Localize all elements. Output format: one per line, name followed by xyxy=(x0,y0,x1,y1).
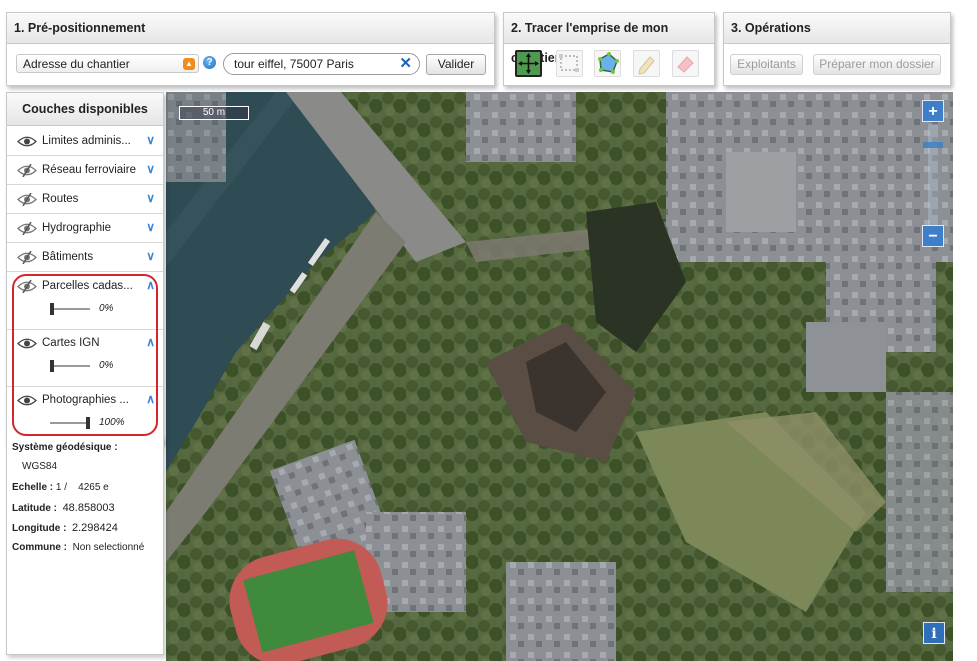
coordinates-info: Système géodésique : WGS84 Echelle : 1 /… xyxy=(6,436,164,655)
map-view[interactable] xyxy=(166,92,953,661)
layer-item[interactable]: Réseau ferroviaire ∨ xyxy=(7,157,163,185)
expand-chevron-icon[interactable]: ∨ xyxy=(146,133,155,147)
layer-label: Routes xyxy=(42,193,79,205)
layer-label: Bâtiments xyxy=(42,251,94,263)
layer-item[interactable]: Cartes IGN ∧ 0% xyxy=(7,330,163,387)
pencil-icon xyxy=(638,56,655,75)
layer-label: Limites adminis... xyxy=(42,135,131,147)
layer-label: Réseau ferroviaire xyxy=(42,164,136,176)
expand-chevron-icon[interactable]: ∨ xyxy=(146,220,155,234)
zoom-out-button[interactable]: − xyxy=(922,225,944,247)
clear-icon[interactable]: ✕ xyxy=(399,54,412,74)
eye-icon[interactable] xyxy=(17,337,37,353)
opacity-slider-knob[interactable] xyxy=(86,417,90,429)
longitude-label: Longitude : xyxy=(12,523,67,534)
zoom-control: + − xyxy=(922,100,946,250)
eraser-icon xyxy=(677,56,694,73)
pan-tool-button[interactable] xyxy=(515,50,542,77)
help-icon[interactable]: ? xyxy=(203,56,216,69)
collapse-chevron-icon[interactable]: ∧ xyxy=(146,278,155,292)
prepare-dossier-button[interactable]: Préparer mon dossier xyxy=(813,54,941,75)
opacity-value: 0% xyxy=(99,303,114,314)
eye-hidden-icon[interactable] xyxy=(17,250,37,267)
scale-bar: 50 m xyxy=(179,106,249,120)
operations-panel: 3. Opérations Exploitants Préparer mon d… xyxy=(723,12,951,86)
panel-title: 1. Pré-positionnement xyxy=(7,13,494,44)
layer-label: Hydrographie xyxy=(42,222,112,234)
opacity-slider[interactable] xyxy=(50,303,90,315)
rectangle-icon xyxy=(559,54,579,72)
panel-title: 2. Tracer l'emprise de mon chantier xyxy=(504,13,714,65)
layer-label: Parcelles cadas... xyxy=(42,280,133,292)
opacity-value: 100% xyxy=(99,417,125,428)
zoom-in-button[interactable]: + xyxy=(922,100,944,122)
eye-hidden-icon[interactable] xyxy=(17,163,37,180)
layer-label: Cartes IGN xyxy=(42,337,100,349)
layer-item[interactable]: Parcelles cadas... ∧ 0% xyxy=(7,273,163,330)
rectangle-tool-button[interactable] xyxy=(556,50,583,77)
opacity-value: 0% xyxy=(99,360,114,371)
layer-item[interactable]: Limites adminis... ∨ xyxy=(7,128,163,156)
location-type-select[interactable]: Adresse du chantier ▲ xyxy=(16,54,199,73)
select-value: Adresse du chantier xyxy=(23,57,130,71)
eye-icon[interactable] xyxy=(17,394,37,410)
edit-tool-button[interactable] xyxy=(633,50,660,77)
aerial-photo xyxy=(166,92,953,661)
address-search-input[interactable]: tour eiffel, 75007 Paris ✕ xyxy=(223,53,420,75)
search-value: tour eiffel, 75007 Paris xyxy=(234,57,354,71)
latitude-value: 48.858003 xyxy=(62,502,115,514)
prepositioning-panel: 1. Pré-positionnement Adresse du chantie… xyxy=(6,12,495,86)
opacity-slider[interactable] xyxy=(50,360,90,372)
scale-value: 1 / 4265 e xyxy=(55,482,109,493)
polygon-icon xyxy=(598,52,619,74)
exploitants-button[interactable]: Exploitants xyxy=(730,54,803,75)
move-icon xyxy=(518,53,539,74)
opacity-slider-knob[interactable] xyxy=(50,303,54,315)
eye-hidden-icon[interactable] xyxy=(17,221,37,238)
longitude-value: 2.298424 xyxy=(72,522,118,534)
layer-label: Photographies ... xyxy=(42,394,129,406)
expand-chevron-icon[interactable]: ∨ xyxy=(146,191,155,205)
collapse-chevron-icon[interactable]: ∧ xyxy=(146,392,155,406)
scale-label: Echelle : xyxy=(12,482,54,493)
expand-chevron-icon[interactable]: ∨ xyxy=(146,249,155,263)
eye-hidden-icon[interactable] xyxy=(17,192,37,209)
eye-icon[interactable] xyxy=(17,135,37,151)
commune-value: Non selectionné xyxy=(72,542,145,553)
select-arrow-icon: ▲ xyxy=(183,58,195,70)
eye-hidden-icon[interactable] xyxy=(17,279,37,296)
layer-item[interactable]: Routes ∨ xyxy=(7,186,163,214)
layer-item[interactable]: Bâtiments ∨ xyxy=(7,244,163,272)
commune-label: Commune : xyxy=(12,542,67,553)
zoom-slider-track[interactable] xyxy=(928,124,938,226)
layers-title: Couches disponibles xyxy=(7,93,163,126)
latitude-label: Latitude : xyxy=(12,503,57,514)
zoom-slider-handle[interactable] xyxy=(923,142,943,148)
info-button[interactable]: i xyxy=(923,622,945,644)
polygon-tool-button[interactable] xyxy=(594,50,621,77)
layers-panel: Couches disponibles Limites adminis... ∨… xyxy=(6,92,164,444)
panel-title: 3. Opérations xyxy=(724,13,950,44)
geodesic-label: Système géodésique : xyxy=(12,442,118,453)
opacity-slider-knob[interactable] xyxy=(50,360,54,372)
collapse-chevron-icon[interactable]: ∧ xyxy=(146,335,155,349)
draw-footprint-panel: 2. Tracer l'emprise de mon chantier xyxy=(503,12,715,86)
expand-chevron-icon[interactable]: ∨ xyxy=(146,162,155,176)
erase-tool-button[interactable] xyxy=(672,50,699,77)
opacity-slider[interactable] xyxy=(50,417,90,429)
geodesic-value: WGS84 xyxy=(22,461,58,472)
validate-button[interactable]: Valider xyxy=(426,54,486,75)
layer-item[interactable]: Hydrographie ∨ xyxy=(7,215,163,243)
